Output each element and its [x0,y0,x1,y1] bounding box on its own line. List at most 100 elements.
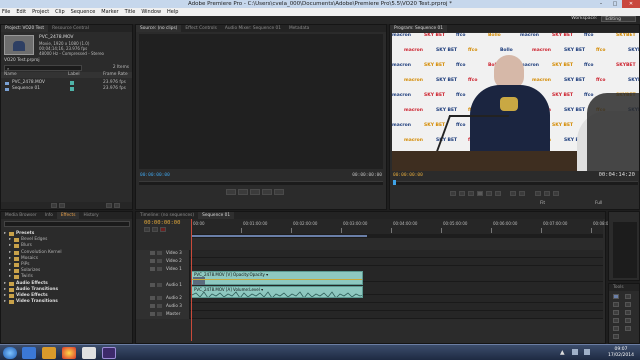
eye-icon[interactable] [150,251,155,255]
menu-marker[interactable]: Marker [101,9,118,15]
effect-folder[interactable]: ▸ Convolution Kernel [1,250,132,256]
explorer-icon[interactable] [42,347,56,359]
source-time-ruler[interactable] [139,181,383,185]
speaker-icon[interactable] [150,304,155,308]
header-label[interactable]: Label [68,72,80,78]
tab-source[interactable]: Source: (no clips) [136,25,182,32]
lock-icon[interactable] [157,304,162,308]
slide-icon[interactable] [625,318,631,323]
tab-tools[interactable]: Tools [609,284,628,291]
playhead-icon[interactable] [393,180,396,185]
tray-up-icon[interactable]: ▲ [560,349,565,356]
tab-sequence-01[interactable]: Sequence 01 [198,212,235,219]
tab-resource-central[interactable]: Resource Central [48,25,93,32]
menu-file[interactable]: File [2,9,10,15]
effect-folder[interactable]: ▸ Blurs [1,243,132,249]
track-header[interactable]: Audio 1 [136,282,190,295]
source-viewer[interactable] [139,34,383,169]
effect-folder[interactable]: ▸ Video Transitions [1,299,132,305]
lock-icon[interactable] [157,283,162,287]
eye-icon[interactable] [150,259,155,263]
track-header[interactable]: Video 2 [136,258,190,266]
snap-icon[interactable] [144,227,150,232]
lock-icon[interactable] [157,296,162,300]
tab-info[interactable]: Info [41,212,57,219]
expand-icon[interactable]: ▸ [9,274,11,280]
effect-folder[interactable]: ▸ Audio Effects [1,281,132,287]
pen-icon[interactable] [613,326,619,331]
premiere-pro-icon[interactable] [102,347,116,359]
step-back-icon[interactable] [450,191,456,196]
start-button[interactable] [3,347,17,359]
eye-icon[interactable] [150,267,155,271]
ripple-edit-icon[interactable] [613,302,619,307]
expand-icon[interactable]: ▸ [4,299,6,305]
expand-icon[interactable]: ▸ [9,268,11,274]
tab-audio-mixer[interactable]: Audio Mixer: Sequence 01 [221,25,285,32]
chrome-icon[interactable] [62,347,76,359]
lock-icon[interactable] [157,251,162,255]
timeline-ruler[interactable]: 00:00 00:01:00:00 00:02:00:00 00:03:00:00 00… [191,219,617,234]
fit-select[interactable]: Fit [540,201,545,206]
speaker-icon[interactable] [150,296,155,300]
menu-clip[interactable]: Clip [55,9,64,15]
go-to-out-icon[interactable] [495,191,501,196]
resolution-select[interactable]: Full [595,201,602,206]
menu-title[interactable]: Title [125,9,136,15]
minimize-button[interactable]: – [594,0,608,8]
project-search-input[interactable]: ⌕ [4,65,82,71]
menu-sequence[interactable]: Sequence [71,9,96,15]
play-icon[interactable] [477,191,483,196]
razor-icon[interactable] [625,310,631,315]
work-area-bar[interactable] [191,234,603,238]
network-icon[interactable] [572,349,578,355]
ie-icon[interactable] [22,347,36,359]
expand-icon[interactable]: ▸ [9,237,11,243]
speaker-icon[interactable] [150,312,155,316]
maximize-button[interactable]: □ [608,0,622,8]
play-icon[interactable] [250,189,260,195]
rolling-edit-icon[interactable] [625,302,631,307]
expand-icon[interactable]: ▸ [9,262,11,268]
new-item-icon[interactable] [106,203,112,208]
go-to-in-icon[interactable] [459,191,465,196]
slip-icon[interactable] [613,318,619,323]
video-clip[interactable]: PVC_2478.MOV [V] Opacity:Opacity ▾ [191,271,363,285]
track-header[interactable]: Master [136,311,190,319]
header-name[interactable]: Name [4,72,17,78]
expand-icon[interactable]: ▸ [4,281,6,287]
trash-icon[interactable] [114,203,120,208]
project-item-row[interactable]: Sequence 01 23.976 fps [1,86,132,92]
header-frame-rate[interactable]: Frame Rate [103,72,128,78]
effect-folder[interactable]: ▸ Audio Transitions [1,287,132,293]
expand-icon[interactable]: ▸ [9,250,11,256]
effect-folder[interactable]: ▸ Mosaics [1,256,132,262]
icon-view-icon[interactable] [59,203,65,208]
audio-clip[interactable]: PVC_2478.MOV [A] Volume:Level ▾ [191,286,363,298]
zoom-icon[interactable] [613,334,619,339]
track-header[interactable]: Audio 2 [136,295,190,303]
loop-icon[interactable] [510,191,516,196]
tab-timeline-empty[interactable]: Timeline: (no sequences) [136,212,198,219]
timeline-timecode[interactable]: 00:00:00:00 [144,220,180,226]
tab-effects[interactable]: Effects [56,212,80,219]
timeline-playhead[interactable] [191,219,192,341]
tab-metadata[interactable]: Metadata [285,25,313,32]
track-header[interactable]: Video 1 [136,266,190,282]
volume-icon[interactable] [584,349,590,355]
track-header[interactable]: Audio 3 [136,303,190,311]
hand-icon[interactable] [625,326,631,331]
program-timecode-in[interactable]: 00:00:00:00 [393,173,423,178]
program-time-ruler[interactable] [393,180,638,185]
workspace-select[interactable]: Editing [601,15,636,22]
expand-icon[interactable]: ▸ [4,231,6,237]
lift-icon[interactable] [535,191,541,196]
insert-icon[interactable] [262,189,272,195]
tab-media-browser[interactable]: Media Browser [1,212,41,219]
keyframe-icon[interactable] [160,227,166,232]
media-player-icon[interactable] [82,347,96,359]
rewind-icon[interactable] [468,191,474,196]
menu-help[interactable]: Help [167,9,178,15]
overwrite-icon[interactable] [274,189,284,195]
expand-icon[interactable]: ▸ [4,287,6,293]
